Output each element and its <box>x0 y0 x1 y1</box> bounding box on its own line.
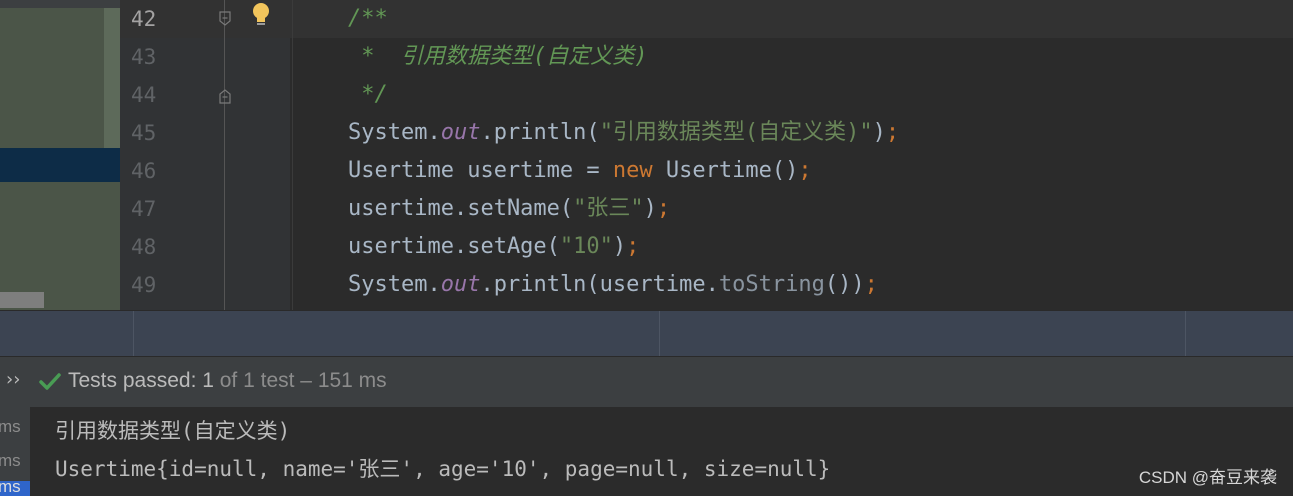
code-token: ; <box>626 234 640 259</box>
console-panel[interactable]: ms ms ms 引用数据类型(自定义类) Usertime{id=null, … <box>0 407 1293 496</box>
watermark: CSDN @奋豆来袭 <box>1138 468 1277 487</box>
test-tree-duration[interactable]: ms <box>0 417 21 437</box>
test-status-detail: of 1 test – 151 ms <box>213 369 387 392</box>
code-token: /** <box>348 6 388 31</box>
test-tree-selected-row[interactable]: ms <box>0 481 30 496</box>
code-token: Usertime usertime = <box>348 158 613 183</box>
code-line[interactable]: 42 /** <box>0 0 1293 38</box>
code-text[interactable]: Usertime usertime = new Usertime(); <box>348 152 812 190</box>
fold-start-icon[interactable] <box>217 11 233 27</box>
code-token: new <box>612 158 653 183</box>
code-token: usertime.setAge( <box>348 234 560 259</box>
code-token: */ <box>348 82 388 107</box>
line-number[interactable]: 48 <box>131 228 171 266</box>
test-tree-panel: ms ms ms <box>0 407 30 496</box>
code-text[interactable]: System.out.println(usertime.toString()); <box>348 266 878 304</box>
code-token: System. <box>348 120 441 145</box>
code-token: out <box>440 272 481 297</box>
code-text[interactable]: usertime.setName("张三"); <box>348 190 670 228</box>
code-token: ) <box>612 234 627 259</box>
console-output-line: Usertime{id=null, name='张三', age='10', p… <box>55 457 831 481</box>
code-token: ; <box>864 272 878 297</box>
console-output-line: 引用数据类型(自定义类) <box>55 419 291 443</box>
code-text[interactable]: * 引用数据类型(自定义类) <box>348 38 647 76</box>
code-line[interactable]: 46 Usertime usertime = new Usertime(); <box>0 152 1293 190</box>
code-text[interactable]: System.out.println("引用数据类型(自定义类)"); <box>348 114 899 152</box>
line-number[interactable]: 49 <box>131 266 171 304</box>
code-token: toString <box>718 272 825 297</box>
line-number[interactable]: 42 <box>131 0 171 38</box>
code-token: ) <box>872 120 886 145</box>
code-token: .println( <box>480 120 600 145</box>
code-text[interactable]: usertime.setAge("10"); <box>348 228 639 266</box>
line-number[interactable]: 45 <box>131 114 171 152</box>
code-line[interactable]: 49 System.out.println(usertime.toString()… <box>0 266 1293 304</box>
test-tree-duration: ms <box>0 481 21 496</box>
code-line[interactable]: 44 */ <box>0 76 1293 114</box>
breadcrumb-divider <box>133 311 134 357</box>
code-token: ) <box>643 196 657 221</box>
test-status-passed: Tests passed: 1 <box>68 369 214 392</box>
code-line[interactable]: 45 System.out.println("引用数据类型(自定义类)"); <box>0 114 1293 152</box>
code-text[interactable]: /** <box>348 0 388 38</box>
test-tree-duration[interactable]: ms <box>0 451 21 471</box>
expand-icon[interactable]: ›› <box>6 369 20 390</box>
fold-end-icon[interactable] <box>217 88 233 104</box>
code-line[interactable]: 48 usertime.setAge("10"); <box>0 228 1293 266</box>
code-token: "引用数据类型(自定义类)" <box>599 120 873 145</box>
lightbulb-intention-icon[interactable] <box>251 2 271 28</box>
run-toolbar: ›› Tests passed: 1 of 1 test – 151 ms <box>0 356 1293 408</box>
breadcrumb-divider <box>659 311 660 357</box>
code-token: Usertime() <box>652 158 799 183</box>
line-number[interactable]: 44 <box>131 76 171 114</box>
line-number[interactable]: 47 <box>131 190 171 228</box>
code-token: out <box>440 120 481 145</box>
editor-breadcrumb-bar <box>0 310 1293 357</box>
code-token: ; <box>656 196 671 221</box>
code-token: "10" <box>559 234 613 259</box>
breadcrumb-divider <box>1185 311 1186 357</box>
code-line[interactable]: 43 * 引用数据类型(自定义类) <box>0 38 1293 76</box>
check-icon <box>38 371 62 393</box>
code-token: .println(usertime. <box>480 272 719 297</box>
code-token: "张三" <box>573 196 644 221</box>
code-text[interactable]: */ <box>348 76 388 114</box>
code-token: usertime.setName( <box>348 196 574 221</box>
code-token: ; <box>885 120 900 145</box>
code-token: ; <box>798 158 812 183</box>
code-token: System. <box>348 272 441 297</box>
code-token: * 引用数据类型(自定义类) <box>348 44 648 69</box>
code-line[interactable]: 47 usertime.setName("张三"); <box>0 190 1293 228</box>
line-number[interactable]: 46 <box>131 152 171 190</box>
line-number[interactable]: 43 <box>131 38 171 76</box>
test-status: Tests passed: 1 of 1 test – 151 ms <box>68 369 387 393</box>
code-token: ()) <box>824 272 865 297</box>
